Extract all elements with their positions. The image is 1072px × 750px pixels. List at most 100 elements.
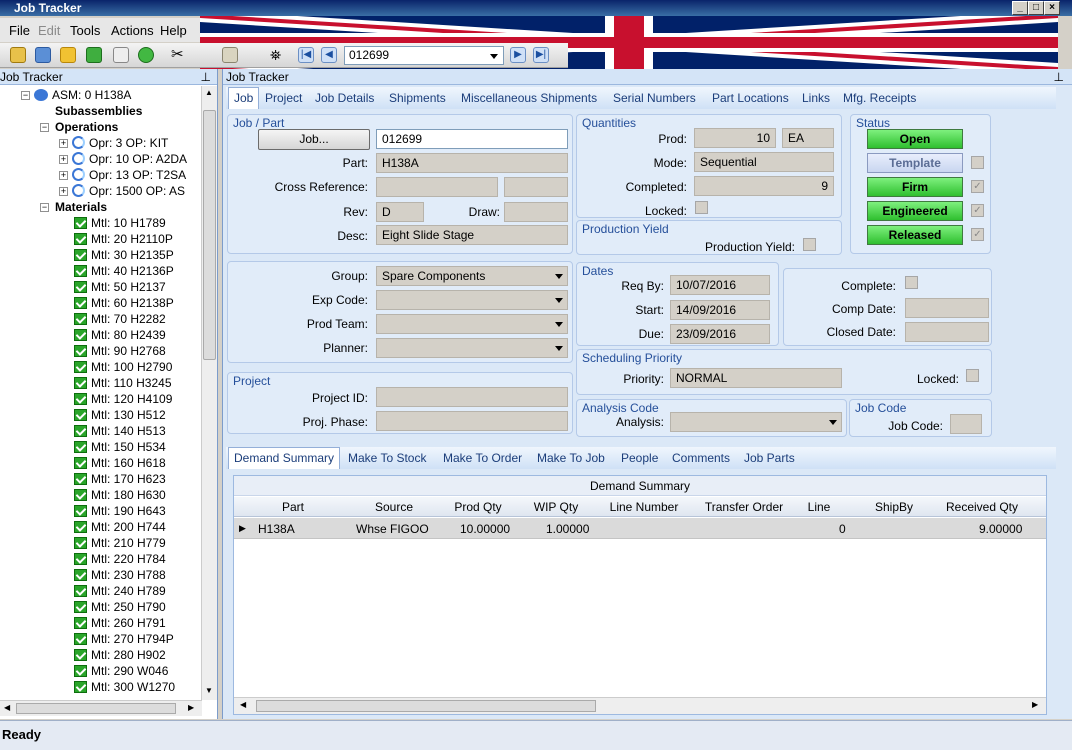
tree-node-material[interactable]: Mtl: 40 H2136P bbox=[74, 263, 174, 279]
mode-field[interactable]: Sequential bbox=[694, 152, 834, 172]
scroll-right-icon[interactable]: ▶ bbox=[1032, 700, 1038, 709]
tree-vertical-scrollbar[interactable]: ▲ ▼ bbox=[201, 86, 217, 700]
tree-node-material[interactable]: Mtl: 290 W046 bbox=[74, 663, 168, 679]
tab-project[interactable]: Project bbox=[265, 91, 302, 105]
chevron-down-icon[interactable] bbox=[555, 298, 563, 303]
minimize-button[interactable]: _ bbox=[1012, 1, 1028, 15]
maximize-button[interactable]: □ bbox=[1028, 1, 1044, 15]
tab-part-locations[interactable]: Part Locations bbox=[712, 91, 789, 105]
tree-node-material[interactable]: Mtl: 20 H2110P bbox=[74, 231, 173, 247]
tab-people[interactable]: People bbox=[621, 451, 658, 465]
prod-qty-field[interactable]: 10 bbox=[694, 128, 776, 148]
expand-toggle[interactable]: + bbox=[59, 171, 68, 180]
tree-node-materials[interactable]: Materials bbox=[55, 199, 107, 215]
scheduling-locked-checkbox[interactable] bbox=[966, 369, 979, 382]
tab-job[interactable]: Job bbox=[228, 87, 260, 109]
expand-toggle[interactable]: + bbox=[59, 155, 68, 164]
scroll-left-icon[interactable]: ◀ bbox=[240, 700, 246, 709]
col-ship-by[interactable]: ShipBy bbox=[854, 500, 934, 514]
scroll-down-icon[interactable]: ▼ bbox=[205, 686, 213, 695]
tree-node-material[interactable]: Mtl: 70 H2282 bbox=[74, 311, 166, 327]
tree-node-material[interactable]: Mtl: 140 H513 bbox=[74, 423, 166, 439]
window-icon[interactable] bbox=[35, 47, 51, 63]
released-status-button[interactable]: Released bbox=[867, 225, 963, 245]
menu-tools[interactable]: Tools bbox=[70, 23, 100, 38]
tree-node-material[interactable]: Mtl: 190 H643 bbox=[74, 503, 166, 519]
tab-comments[interactable]: Comments bbox=[672, 451, 730, 465]
planner-dropdown[interactable] bbox=[376, 338, 568, 358]
released-checkbox[interactable]: ✓ bbox=[971, 228, 984, 241]
tree-hscroll-thumb[interactable] bbox=[16, 703, 176, 714]
tree-node-material[interactable]: Mtl: 260 H791 bbox=[74, 615, 166, 631]
engineered-status-button[interactable]: Engineered bbox=[867, 201, 963, 221]
tree-node-material[interactable]: Mtl: 250 H790 bbox=[74, 599, 166, 615]
tab-shipments[interactable]: Shipments bbox=[389, 91, 446, 105]
job-code-field[interactable] bbox=[950, 414, 982, 434]
rev-field[interactable]: D bbox=[376, 202, 424, 222]
collapse-toggle[interactable]: − bbox=[40, 123, 49, 132]
group-dropdown[interactable]: Spare Components bbox=[376, 266, 568, 286]
tab-serial-numbers[interactable]: Serial Numbers bbox=[613, 91, 696, 105]
tree-node-material[interactable]: Mtl: 90 H2768 bbox=[74, 343, 166, 359]
refresh-icon[interactable] bbox=[86, 47, 102, 63]
prod-team-dropdown[interactable] bbox=[376, 314, 568, 334]
cut-icon[interactable]: ✂ bbox=[171, 47, 187, 63]
eraser-icon[interactable] bbox=[113, 47, 129, 63]
firm-checkbox[interactable]: ✓ bbox=[971, 180, 984, 193]
tree-node-material[interactable]: Mtl: 120 H4109 bbox=[74, 391, 172, 407]
due-field[interactable]: 23/09/2016 bbox=[670, 324, 770, 344]
col-source[interactable]: Source bbox=[354, 500, 434, 514]
grid-horizontal-scrollbar[interactable]: ◀ ▶ bbox=[234, 697, 1046, 714]
part-field[interactable]: H138A bbox=[376, 153, 568, 173]
expand-toggle[interactable]: + bbox=[59, 139, 68, 148]
col-transfer-order[interactable]: Transfer Order bbox=[694, 500, 794, 514]
tree-node-material[interactable]: Mtl: 200 H744 bbox=[74, 519, 166, 535]
tree-node-asm[interactable]: ASM: 0 H138A bbox=[34, 87, 131, 103]
scroll-up-icon[interactable]: ▲ bbox=[205, 88, 213, 97]
tab-job-details[interactable]: Job Details bbox=[315, 91, 374, 105]
pin-icon[interactable]: ⊥ bbox=[1054, 69, 1064, 85]
req-by-field[interactable]: 10/07/2016 bbox=[670, 275, 770, 295]
close-button[interactable]: × bbox=[1044, 1, 1060, 15]
menu-help[interactable]: Help bbox=[160, 23, 187, 38]
tree-node-subassemblies[interactable]: Subassemblies bbox=[55, 103, 142, 119]
col-part[interactable]: Part bbox=[254, 500, 332, 514]
tree-node-material[interactable]: Mtl: 240 H789 bbox=[74, 583, 166, 599]
table-row[interactable]: ▶ H138A Whse FIGOO 10.00000 1.00000 0 9.… bbox=[234, 518, 1046, 539]
production-yield-checkbox[interactable] bbox=[803, 238, 816, 251]
tab-demand-summary[interactable]: Demand Summary bbox=[228, 447, 341, 469]
chevron-down-icon[interactable] bbox=[555, 274, 563, 279]
chevron-down-icon[interactable] bbox=[555, 346, 563, 351]
tree-node-operation[interactable]: Opr: 3 OP: KIT bbox=[72, 135, 168, 151]
job-button[interactable]: Job... bbox=[258, 129, 370, 150]
open-status-button[interactable]: Open bbox=[867, 129, 963, 149]
menu-edit[interactable]: Edit bbox=[38, 23, 60, 38]
tab-make-to-stock[interactable]: Make To Stock bbox=[348, 451, 426, 465]
binoculars-icon[interactable]: ⛯ bbox=[270, 47, 286, 63]
tree-node-material[interactable]: Mtl: 110 H3245 bbox=[74, 375, 172, 391]
closed-date-field[interactable] bbox=[905, 322, 989, 342]
tree-node-material[interactable]: Mtl: 100 H2790 bbox=[74, 359, 172, 375]
paste-icon[interactable] bbox=[222, 47, 238, 63]
tree-node-material[interactable]: Mtl: 180 H630 bbox=[74, 487, 166, 503]
first-record-icon[interactable]: |◀ bbox=[298, 47, 314, 63]
col-prod-qty[interactable]: Prod Qty bbox=[442, 500, 514, 514]
open-folder-icon[interactable] bbox=[60, 47, 76, 63]
firm-status-button[interactable]: Firm bbox=[867, 177, 963, 197]
collapse-toggle[interactable]: − bbox=[40, 203, 49, 212]
scroll-right-icon[interactable]: ▶ bbox=[188, 703, 194, 712]
analysis-dropdown[interactable] bbox=[670, 412, 842, 432]
tab-misc-shipments[interactable]: Miscellaneous Shipments bbox=[461, 91, 597, 105]
project-id-field[interactable] bbox=[376, 387, 568, 407]
scroll-left-icon[interactable]: ◀ bbox=[4, 703, 10, 712]
previous-record-icon[interactable]: ◀ bbox=[321, 47, 337, 63]
new-icon[interactable] bbox=[10, 47, 26, 63]
tree-horizontal-scrollbar[interactable]: ◀ ▶ bbox=[0, 700, 202, 716]
tree-node-material[interactable]: Mtl: 210 H779 bbox=[74, 535, 166, 551]
tree-node-material[interactable]: Mtl: 280 H902 bbox=[74, 647, 166, 663]
template-checkbox[interactable] bbox=[971, 156, 984, 169]
proj-phase-field[interactable] bbox=[376, 411, 568, 431]
tree-node-material[interactable]: Mtl: 230 H788 bbox=[74, 567, 166, 583]
tree-node-material[interactable]: Mtl: 50 H2137 bbox=[74, 279, 166, 295]
tab-make-to-order[interactable]: Make To Order bbox=[443, 451, 522, 465]
